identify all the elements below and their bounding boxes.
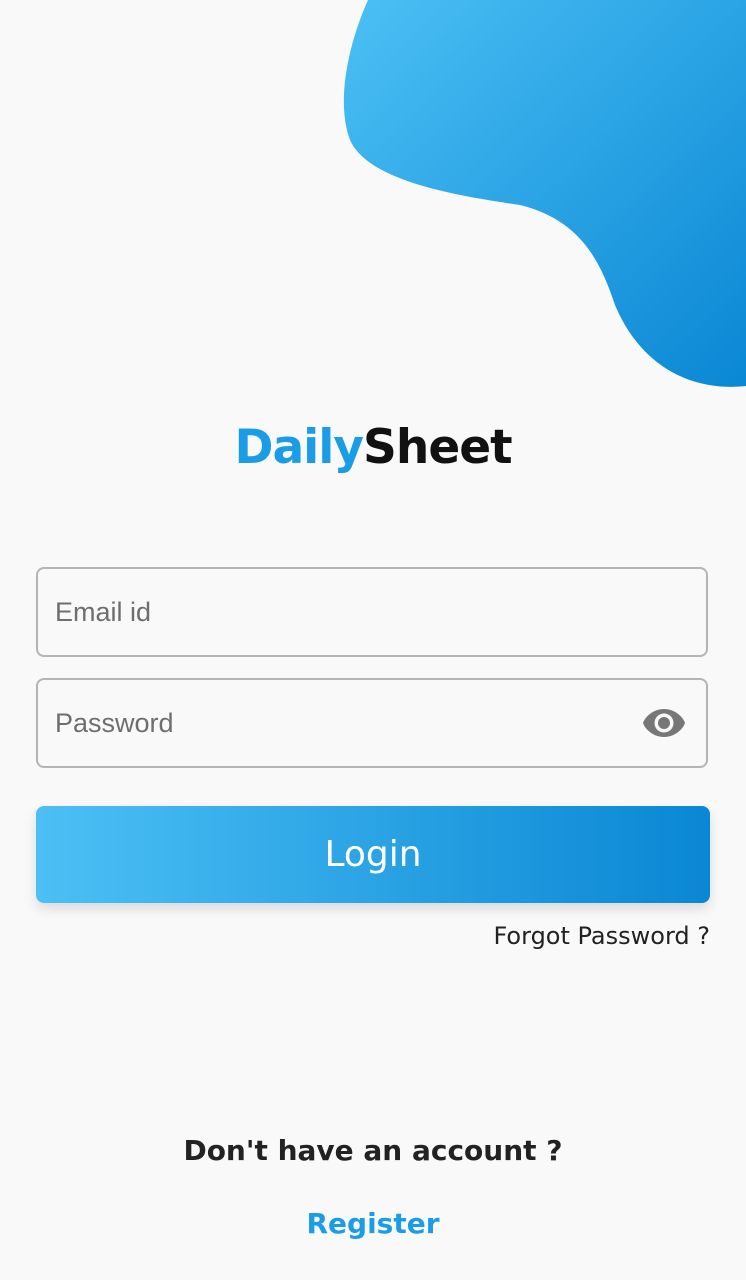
app-logo: DailySheet <box>0 420 746 476</box>
forgot-password-link[interactable]: Forgot Password ? <box>493 922 710 950</box>
password-field[interactable] <box>36 678 708 768</box>
email-input[interactable] <box>55 569 635 655</box>
eye-icon[interactable] <box>642 707 686 739</box>
decorative-blob <box>343 0 746 387</box>
register-link[interactable]: Register <box>0 1207 746 1240</box>
no-account-prompt: Don't have an account ? <box>183 1134 563 1167</box>
password-input[interactable] <box>55 680 635 766</box>
logo-text-daily: Daily <box>234 420 364 475</box>
email-field[interactable] <box>36 567 708 657</box>
login-button[interactable]: Login <box>36 806 710 903</box>
logo-text-sheet: Sheet <box>363 420 513 475</box>
